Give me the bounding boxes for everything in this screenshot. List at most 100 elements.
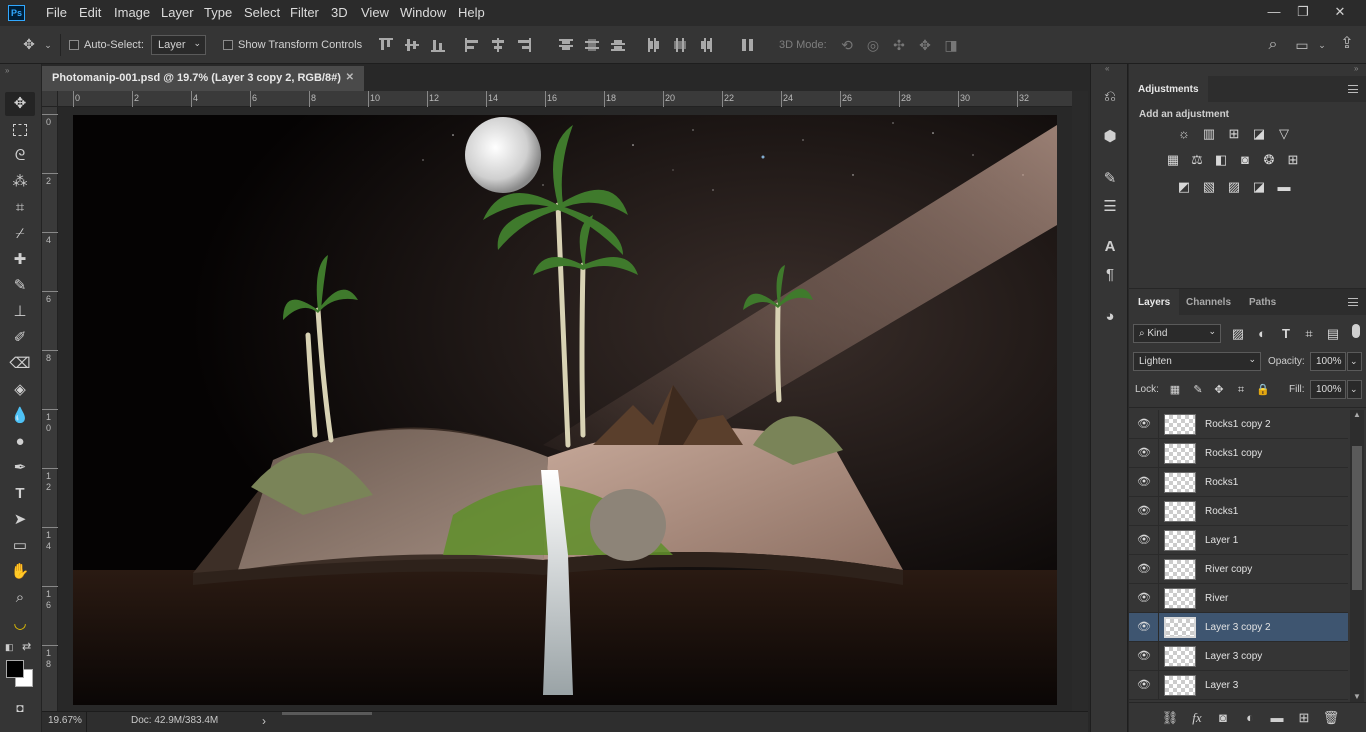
3d-slide-icon[interactable]: ✥: [914, 36, 936, 54]
document-tab[interactable]: Photomanip-001.psd @ 19.7% (Layer 3 copy…: [42, 66, 364, 91]
paint-bucket-tool-icon[interactable]: ◈: [5, 378, 35, 402]
tab-channels[interactable]: Channels: [1177, 289, 1240, 315]
swatches-panel-icon[interactable]: ◕: [1099, 306, 1121, 328]
dodge-tool-icon[interactable]: ●: [5, 430, 35, 454]
layer-name[interactable]: River copy: [1205, 564, 1252, 575]
layer-row[interactable]: 👁 River: [1129, 584, 1348, 613]
vertical-ruler[interactable]: 024681012141618: [42, 107, 58, 711]
auto-align-layers-icon[interactable]: [740, 37, 756, 53]
menu-edit[interactable]: Edit: [79, 5, 101, 20]
lock-all-icon[interactable]: 🔒: [1255, 382, 1271, 398]
shape-tool-icon[interactable]: ▭: [5, 534, 35, 558]
lock-position-icon[interactable]: ✥: [1211, 382, 1227, 398]
align-left-edges-icon[interactable]: [464, 37, 480, 53]
eraser-tool-icon[interactable]: ⌫: [5, 352, 35, 376]
3d-panel-icon[interactable]: ⬢: [1099, 126, 1121, 148]
eye-visibility-icon[interactable]: 👁: [1137, 679, 1151, 692]
collapse-toolbar-icon[interactable]: »: [5, 66, 9, 75]
properties-panel-icon[interactable]: ☰: [1099, 196, 1121, 218]
menu-type[interactable]: Type: [204, 5, 232, 20]
default-colors-icon[interactable]: ◧: [5, 642, 14, 653]
layer-thumbnail[interactable]: [1164, 617, 1196, 638]
new-adjustment-layer-icon[interactable]: ◐: [1241, 709, 1259, 727]
layer-row[interactable]: 👁 River copy: [1129, 555, 1348, 584]
eye-visibility-icon[interactable]: 👁: [1137, 592, 1151, 605]
layers-scrollbar[interactable]: ▲ ▼: [1350, 410, 1364, 702]
hue-saturation-icon[interactable]: ▦: [1165, 152, 1181, 168]
channel-mixer-icon[interactable]: ❂: [1261, 152, 1277, 168]
character-panel-icon[interactable]: A: [1099, 236, 1121, 258]
menu-3d[interactable]: 3D: [331, 5, 348, 20]
black-white-icon[interactable]: ◧: [1213, 152, 1229, 168]
canvas-area[interactable]: [58, 107, 1072, 711]
lock-artboard-icon[interactable]: ⌗: [1233, 382, 1249, 398]
workspace-icon[interactable]: ▭: [1292, 36, 1312, 54]
curves-icon[interactable]: ⊞: [1226, 126, 1242, 142]
distribute-vertical-centers-icon[interactable]: [584, 37, 600, 53]
add-mask-icon[interactable]: ◙: [1214, 709, 1232, 727]
crop-tool-icon[interactable]: ⌗: [5, 196, 35, 220]
marquee-tool-icon[interactable]: [5, 118, 35, 142]
layers-menu-icon[interactable]: [1348, 298, 1358, 306]
layer-thumbnail[interactable]: [1164, 588, 1196, 609]
blend-mode-select[interactable]: Lighten ⌄: [1133, 352, 1261, 371]
expand-panels-icon[interactable]: «: [1105, 64, 1109, 73]
restore-button[interactable]: ❐: [1289, 2, 1317, 22]
threshold-icon[interactable]: ▨: [1226, 179, 1242, 195]
layer-name[interactable]: Rocks1: [1205, 477, 1238, 488]
tab-layers[interactable]: Layers: [1129, 289, 1180, 315]
status-menu-arrow-icon[interactable]: ›: [262, 714, 266, 728]
blur-tool-icon[interactable]: 💧: [5, 404, 35, 428]
layer-thumbnail[interactable]: [1164, 472, 1196, 493]
close-window-button[interactable]: ✕: [1326, 2, 1354, 22]
menu-select[interactable]: Select: [244, 5, 280, 20]
layer-filter-kind-select[interactable]: ⌕ Kind ⌄: [1133, 324, 1221, 343]
align-horizontal-centers-icon[interactable]: [490, 37, 506, 53]
auto-select-checkbox[interactable]: [69, 40, 79, 50]
brightness-contrast-icon[interactable]: ☼: [1176, 126, 1192, 142]
vertical-scrollbar[interactable]: [1072, 91, 1088, 711]
selective-color-icon[interactable]: ◪: [1251, 179, 1267, 195]
lasso-tool-icon[interactable]: ᘓ: [5, 144, 35, 168]
layer-name[interactable]: Rocks1: [1205, 506, 1238, 517]
swap-colors-icon[interactable]: ⇄: [22, 640, 31, 653]
align-vertical-centers-icon[interactable]: [404, 37, 420, 53]
zoom-level[interactable]: 19.67%: [48, 715, 82, 726]
eyedropper-tool-icon[interactable]: ⌿: [5, 222, 35, 246]
layer-thumbnail[interactable]: [1164, 530, 1196, 551]
invert-icon[interactable]: ◩: [1176, 179, 1192, 195]
color-lookup-icon[interactable]: ⊞: [1285, 152, 1301, 168]
ruler-origin[interactable]: [42, 91, 58, 107]
filter-pixel-layers-icon[interactable]: ▨: [1230, 326, 1246, 342]
layer-row[interactable]: 👁 Rocks1 copy 2: [1129, 410, 1348, 439]
banana-tool-icon[interactable]: ◡: [5, 612, 35, 636]
layer-name[interactable]: Layer 3 copy 2: [1205, 622, 1271, 633]
lock-image-pixels-icon[interactable]: ✎: [1190, 382, 1206, 398]
distribute-top-edges-icon[interactable]: [558, 37, 574, 53]
auto-select-target-select[interactable]: Layer ⌄: [151, 35, 206, 55]
menu-help[interactable]: Help: [458, 5, 485, 20]
layer-thumbnail[interactable]: [1164, 443, 1196, 464]
brush-panel-icon[interactable]: ✎: [1099, 168, 1121, 190]
layer-name[interactable]: Layer 1: [1205, 535, 1238, 546]
color-balance-icon[interactable]: ⚖: [1189, 152, 1205, 168]
layer-name[interactable]: Layer 3: [1205, 680, 1238, 691]
3d-orbit-icon[interactable]: ⟲: [836, 36, 858, 54]
healing-brush-tool-icon[interactable]: ✚: [5, 248, 35, 272]
share-icon[interactable]: ⇪: [1336, 35, 1358, 53]
menu-file[interactable]: File: [46, 5, 67, 20]
horizontal-ruler[interactable]: 0 2 4 6 8 10 12 14 16 18 20 22 24 26 28 30 32: [58, 91, 1072, 107]
layer-name[interactable]: Rocks1 copy 2: [1205, 419, 1271, 430]
layers-scroll-thumb[interactable]: [1352, 446, 1362, 590]
history-panel-icon[interactable]: ⎌: [1099, 86, 1121, 108]
3d-pan-icon[interactable]: ✣: [888, 36, 910, 54]
filter-toggle-switch[interactable]: [1352, 324, 1360, 338]
menu-view[interactable]: View: [361, 5, 389, 20]
menu-window[interactable]: Window: [400, 5, 446, 20]
pen-tool-icon[interactable]: ✒: [5, 456, 35, 480]
search-icon[interactable]: ⌕: [1262, 36, 1284, 54]
layer-thumbnail[interactable]: [1164, 646, 1196, 667]
3d-scale-icon[interactable]: ◨: [940, 36, 962, 54]
paragraph-panel-icon[interactable]: ¶: [1099, 264, 1121, 286]
exposure-icon[interactable]: ◪: [1251, 126, 1267, 142]
